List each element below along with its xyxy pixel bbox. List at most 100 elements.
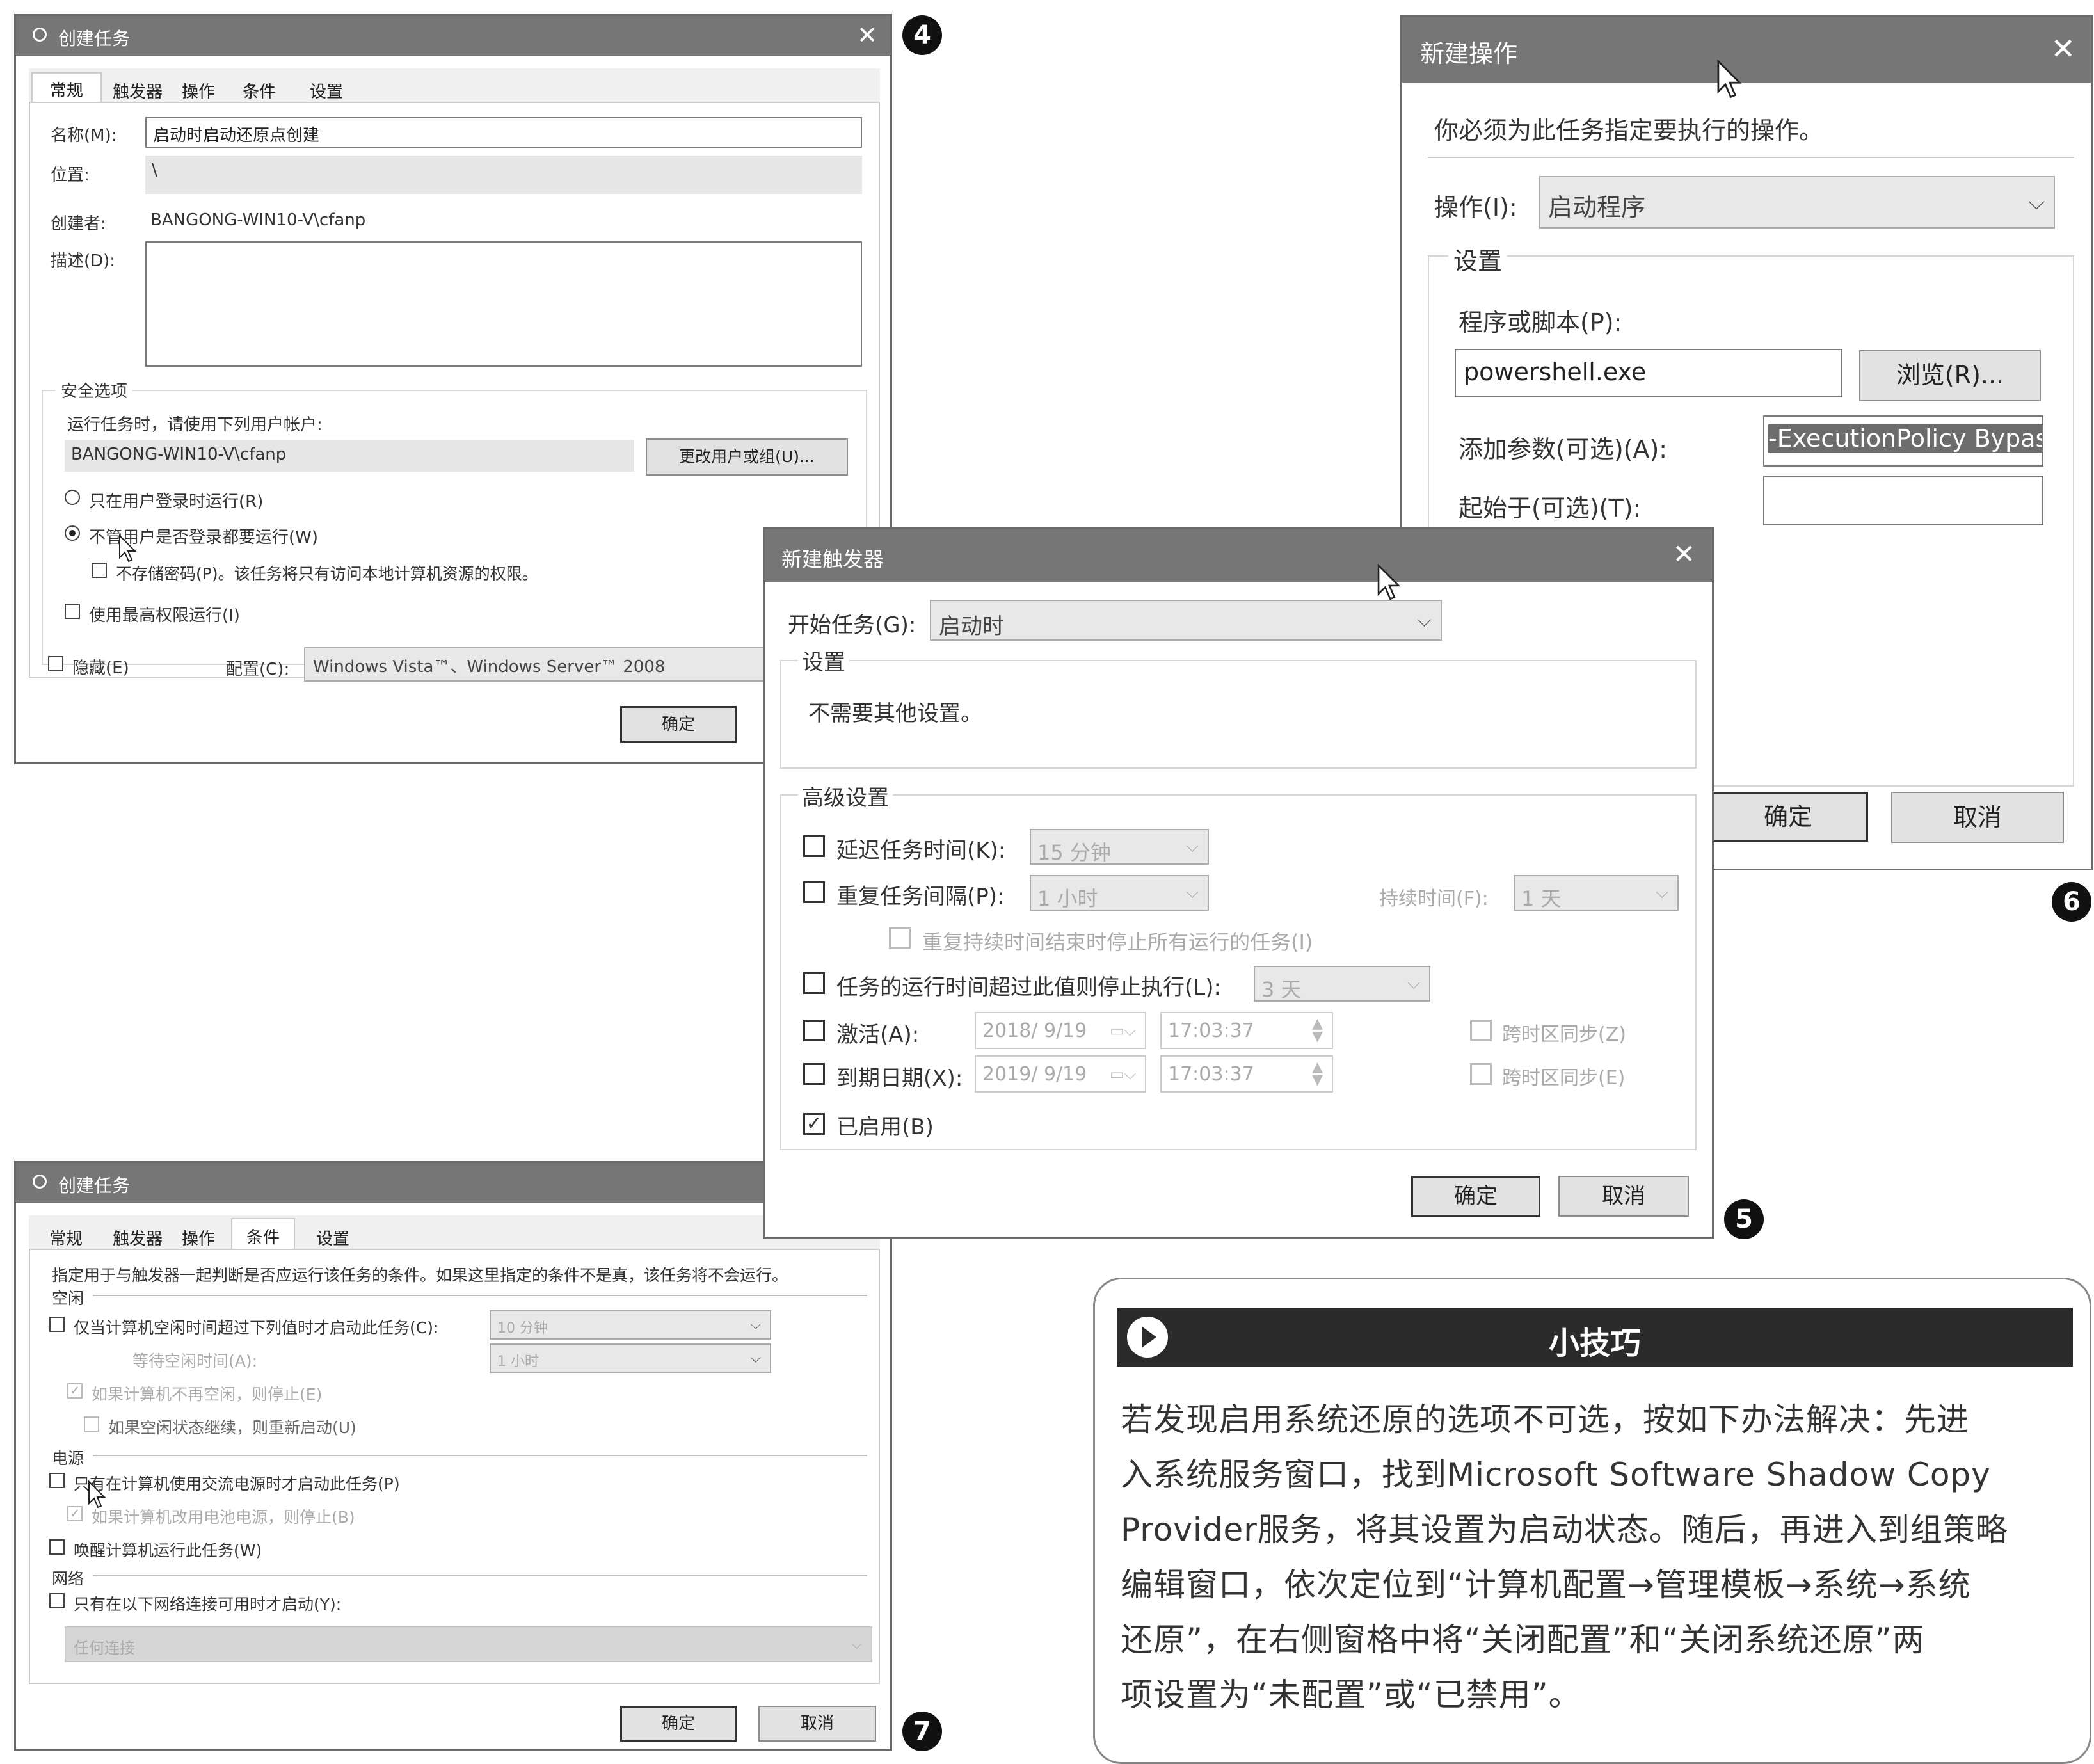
tab-conditions[interactable]: 条件 <box>231 1218 295 1250</box>
close-icon[interactable]: ✕ <box>2050 31 2075 66</box>
activate-date-picker[interactable]: 2018/ 9/19 ▭⌵ <box>975 1012 1146 1049</box>
clock-icon <box>33 1175 47 1189</box>
sync-tz-expire-checkbox[interactable] <box>1470 1063 1492 1085</box>
tip-body: 若发现启用系统还原的选项不可选，按如下办法解决：先进 入系统服务窗口，找到Mic… <box>1121 1392 2074 1722</box>
settings-legend: 设置 <box>798 645 849 676</box>
stop-longer-checkbox[interactable] <box>803 972 825 994</box>
chevron-down-icon: ⌵ <box>851 1636 862 1653</box>
duration-label: 持续时间(F): <box>1379 888 1489 910</box>
tip-header: 小技巧 <box>1117 1308 2073 1367</box>
ok-button[interactable]: 确定 <box>620 706 737 743</box>
network-value: 任何连接 <box>74 1639 135 1657</box>
tab-general[interactable]: 常规 <box>34 1226 98 1249</box>
repeat-checkbox[interactable] <box>803 881 825 903</box>
action-select[interactable]: 启动程序 ⌵ <box>1539 176 2055 229</box>
stop-longer-label: 任务的运行时间超过此值则停止执行(L): <box>836 975 1221 1000</box>
duration-select[interactable]: 1 天 ⌵ <box>1514 875 1679 911</box>
description-textarea[interactable] <box>145 241 862 367</box>
close-icon[interactable]: ✕ <box>1673 538 1695 570</box>
mouse-cursor-icon <box>1717 60 1742 99</box>
author-value: BANGONG-WIN10-V\cfanp <box>150 211 366 230</box>
wake-checkbox[interactable] <box>49 1539 65 1555</box>
tab-actions[interactable]: 操作 <box>173 1226 224 1249</box>
expire-time-picker[interactable]: 17:03:37 ▲ ▼ <box>1160 1055 1333 1093</box>
tab-settings[interactable]: 设置 <box>304 1226 362 1249</box>
radio-run-whether-logged-on[interactable] <box>65 525 80 541</box>
begin-task-label: 开始任务(G): <box>788 613 916 638</box>
highest-privileges-label: 使用最高权限运行(I) <box>89 606 240 625</box>
radio-run-logged-on[interactable] <box>65 490 80 505</box>
idle-divider <box>93 1295 867 1296</box>
repeat-select[interactable]: 1 小时 ⌵ <box>1030 875 1209 911</box>
stop-longer-select[interactable]: 3 天 ⌵ <box>1254 966 1430 1002</box>
no-store-password-checkbox[interactable] <box>92 563 107 578</box>
hidden-checkbox[interactable] <box>48 656 63 671</box>
chevron-down-icon: ⌵ <box>1417 609 1432 632</box>
tab-actions[interactable]: 操作 <box>173 79 224 102</box>
tab-triggers[interactable]: 触发器 <box>106 1226 170 1249</box>
tab-triggers[interactable]: 触发器 <box>106 79 170 102</box>
location-label: 位置: <box>51 166 90 185</box>
cancel-button[interactable]: 取消 <box>758 1706 876 1742</box>
sync-tz-activate-checkbox[interactable] <box>1470 1020 1492 1041</box>
name-input[interactable]: 启动时启动还原点创建 <box>145 117 862 148</box>
ok-button[interactable]: 确定 <box>620 1706 737 1742</box>
begin-task-select[interactable]: 启动时 ⌵ <box>930 600 1442 641</box>
network-checkbox[interactable] <box>49 1593 65 1608</box>
arguments-input[interactable]: -ExecutionPolicy Bypas <box>1763 415 2043 467</box>
restart-idle-checkbox[interactable] <box>84 1416 99 1432</box>
tab-general[interactable]: 常规 <box>31 72 102 103</box>
chevron-down-icon: ⌵ <box>1656 883 1668 902</box>
tab-conditions[interactable]: 条件 <box>234 79 285 102</box>
activate-label: 激活(A): <box>836 1022 920 1048</box>
stop-if-not-idle-checkbox[interactable]: ✓ <box>67 1383 83 1399</box>
expire-date-picker[interactable]: 2019/ 9/19 ▭⌵ <box>975 1055 1146 1093</box>
hidden-label: 隐藏(E) <box>72 659 129 678</box>
program-label: 程序或脚本(P): <box>1459 309 1622 337</box>
activate-time-picker[interactable]: 17:03:37 ▲ ▼ <box>1160 1012 1333 1049</box>
dialog-title: 创建任务 <box>58 28 131 49</box>
chevron-down-icon: ⌵ <box>750 1350 761 1367</box>
activate-checkbox[interactable] <box>803 1020 825 1041</box>
dialog-title: 新建操作 <box>1420 40 1518 68</box>
tip-line: Provider服务，将其设置为启动状态。随后，再进入到组策略 <box>1121 1511 2008 1548</box>
ok-button[interactable]: 确定 <box>1708 792 1868 842</box>
no-settings-text: 不需要其他设置。 <box>808 701 982 726</box>
tab-settings[interactable]: 设置 <box>298 79 355 102</box>
stop-all-checkbox[interactable] <box>889 927 911 949</box>
enabled-checkbox[interactable]: ✓ <box>803 1113 825 1135</box>
change-user-button[interactable]: 更改用户或组(U)... <box>646 438 848 476</box>
program-input[interactable]: powershell.exe <box>1455 349 1842 397</box>
name-label: 名称(M): <box>51 126 117 145</box>
restart-idle-label: 如果空闲状态继续，则重新启动(U) <box>108 1418 356 1437</box>
tip-line: 还原”，在右侧窗格中将“关闭配置”和“关闭系统还原”两 <box>1121 1621 1925 1658</box>
ok-button[interactable]: 确定 <box>1411 1176 1540 1217</box>
idle-duration-select[interactable]: 10 分钟 ⌵ <box>490 1310 771 1340</box>
expire-checkbox[interactable] <box>803 1063 825 1085</box>
repeat-label: 重复任务间隔(P): <box>836 884 1005 910</box>
tip-title: 小技巧 <box>1548 1326 1641 1361</box>
delay-select[interactable]: 15 分钟 ⌵ <box>1030 829 1209 865</box>
tip-line: 编辑窗口，依次定位到“计算机配置→管理模板→系统→系统 <box>1121 1566 1971 1603</box>
stop-battery-checkbox[interactable]: ✓ <box>67 1506 83 1521</box>
network-select[interactable]: 任何连接 ⌵ <box>65 1626 872 1662</box>
delay-checkbox[interactable] <box>803 835 825 857</box>
cancel-button[interactable]: 取消 <box>1558 1176 1689 1217</box>
step-marker-5: 5 <box>1724 1199 1764 1239</box>
mouse-cursor-icon <box>119 534 137 563</box>
start-in-input[interactable] <box>1763 476 2043 525</box>
ac-power-checkbox[interactable] <box>49 1473 65 1488</box>
delay-label: 延迟任务时间(K): <box>836 838 1006 863</box>
sync-tz-activate-label: 跨时区同步(Z) <box>1502 1023 1626 1046</box>
create-task-conditions-dialog: 创建任务 常规 触发器 操作 条件 设置 指定用于与触发器一起判断是否应运行该任… <box>14 1161 892 1751</box>
browse-button[interactable]: 浏览(R)... <box>1859 350 2041 401</box>
stop-all-label: 重复持续时间结束时停止所有运行的任务(I) <box>922 930 1313 954</box>
highest-privileges-checkbox[interactable] <box>65 604 80 619</box>
idle-start-checkbox[interactable] <box>49 1317 65 1332</box>
cancel-button[interactable]: 取消 <box>1891 792 2064 843</box>
close-icon[interactable]: ✕ <box>857 21 877 49</box>
action-intro-text: 你必须为此任务指定要执行的操作。 <box>1434 116 1824 145</box>
wait-idle-select[interactable]: 1 小时 ⌵ <box>490 1343 771 1373</box>
chevron-down-icon: ⌵ <box>2028 189 2045 215</box>
security-legend: 安全选项 <box>56 378 133 402</box>
